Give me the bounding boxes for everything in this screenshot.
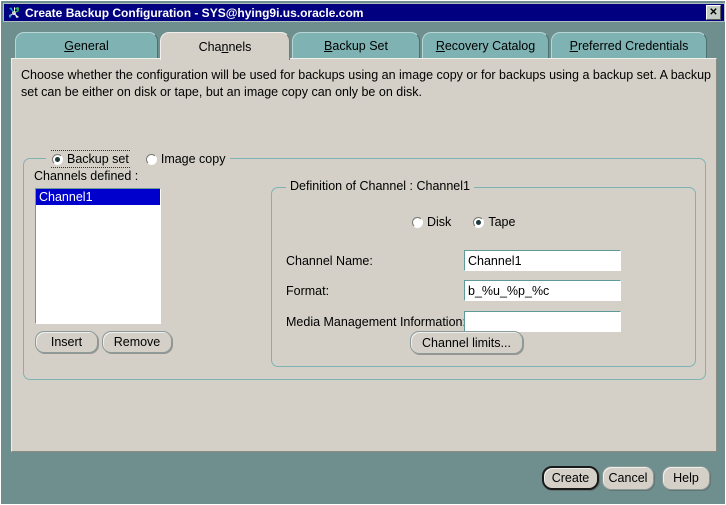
media-management-label: Media Management Information: bbox=[286, 315, 466, 329]
radio-backup-set[interactable]: Backup set bbox=[51, 150, 130, 168]
tab-preferred-credentials-label: Preferred Credentials bbox=[570, 39, 689, 53]
channel-name-label: Channel Name: bbox=[286, 254, 373, 268]
tab-recovery-catalog-label: Recovery Catalog bbox=[436, 39, 535, 53]
media-management-row: Media Management Information: bbox=[286, 311, 466, 333]
channels-listbox[interactable]: Channel1 bbox=[35, 188, 161, 324]
content-panel: Choose whether the configuration will be… bbox=[11, 58, 717, 452]
channel-definition-group: Definition of Channel : Channel1 Disk Ta… bbox=[271, 187, 696, 367]
cancel-button[interactable]: Cancel bbox=[602, 466, 654, 490]
tab-strip: General Channels Backup Set Recovery Cat… bbox=[11, 32, 717, 58]
channel-limits-button[interactable]: Channel limits... bbox=[410, 331, 523, 354]
action-bar: Create Cancel Help bbox=[1, 456, 725, 504]
help-button[interactable]: Help bbox=[662, 466, 710, 490]
format-row: Format: bbox=[286, 280, 329, 302]
media-type-radio-group: Disk Tape bbox=[412, 215, 515, 229]
tab-recovery-catalog[interactable]: Recovery Catalog bbox=[422, 32, 549, 58]
radio-image-copy[interactable]: Image copy bbox=[146, 152, 226, 166]
tab-channels[interactable]: Channels bbox=[160, 32, 290, 60]
radio-disk-label: Disk bbox=[427, 215, 451, 229]
insert-button[interactable]: Insert bbox=[35, 331, 98, 353]
radio-image-copy-label: Image copy bbox=[161, 152, 226, 166]
list-item[interactable]: Channel1 bbox=[36, 189, 160, 205]
radio-tape[interactable]: Tape bbox=[473, 215, 515, 229]
backup-type-group: Backup set Image copy Channels defined :… bbox=[23, 158, 706, 380]
radio-backup-set-indicator bbox=[52, 154, 63, 165]
format-input[interactable] bbox=[464, 280, 621, 301]
radio-disk-indicator bbox=[412, 217, 423, 228]
channel-name-input[interactable] bbox=[464, 250, 621, 271]
tab-general[interactable]: General bbox=[15, 32, 158, 58]
close-icon[interactable]: ✕ bbox=[706, 5, 721, 20]
radio-disk[interactable]: Disk bbox=[412, 215, 451, 229]
radio-tape-label: Tape bbox=[488, 215, 515, 229]
channel-definition-legend: Definition of Channel : Channel1 bbox=[286, 179, 474, 193]
radio-image-copy-indicator bbox=[146, 154, 157, 165]
radio-tape-indicator bbox=[473, 217, 484, 228]
channels-defined-label: Channels defined : bbox=[34, 169, 138, 183]
channel-name-row: Channel Name: bbox=[286, 250, 373, 272]
description-text: Choose whether the configuration will be… bbox=[21, 67, 711, 101]
media-management-input[interactable] bbox=[464, 311, 621, 332]
format-label: Format: bbox=[286, 284, 329, 298]
oracle-pinwheel-icon bbox=[6, 5, 22, 21]
backup-type-radio-group: Backup set Image copy bbox=[46, 150, 230, 168]
radio-backup-set-label: Backup set bbox=[67, 152, 129, 166]
create-button[interactable]: Create bbox=[542, 466, 599, 490]
tab-general-label: General bbox=[64, 39, 108, 53]
remove-button[interactable]: Remove bbox=[102, 331, 172, 353]
tab-backup-set-label: Backup Set bbox=[324, 39, 388, 53]
tab-backup-set[interactable]: Backup Set bbox=[292, 32, 420, 58]
tab-channels-label: Channels bbox=[199, 40, 252, 54]
create-backup-configuration-window: Create Backup Configuration - SYS@hying9… bbox=[0, 0, 726, 505]
tab-preferred-credentials[interactable]: Preferred Credentials bbox=[551, 32, 707, 58]
title-bar: Create Backup Configuration - SYS@hying9… bbox=[3, 3, 725, 22]
window-title: Create Backup Configuration - SYS@hying9… bbox=[25, 6, 706, 20]
